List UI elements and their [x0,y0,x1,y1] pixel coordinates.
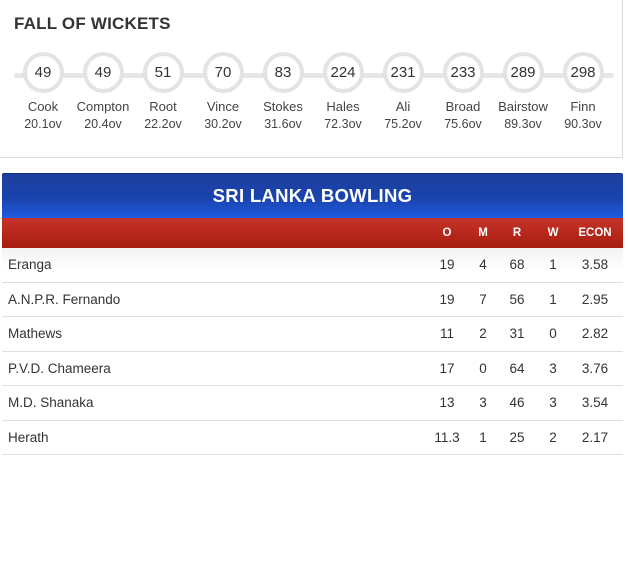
wicket-score: 233 [442,52,484,93]
wicket-batsman: Ali [395,99,411,114]
wicket-score: 83 [262,52,304,93]
wicket-over: 30.2ov [204,117,242,131]
wicket-batsman: Hales [326,99,360,114]
fall-of-wickets-list: 49 Cook 20.1ov 49 Compton 20.4ov 51 Root… [13,52,613,142]
table-row: P.V.D. Chameera 17 0 64 3 3.76 [2,351,623,386]
bowler-wickets: 3 [549,395,557,410]
bowler-runs: 68 [509,257,525,272]
bowler-runs: 25 [509,429,525,445]
wicket-batsman: Root [149,99,177,114]
column-maidens: M [478,227,488,239]
table-row: Eranga 19 4 68 1 3.58 [2,248,623,283]
bowling-table: SRI LANKA BOWLING O M R W ECON Eranga 19… [2,173,623,455]
bowler-maidens: 0 [479,360,487,376]
wicket-item: 231 Ali 75.2ov [373,52,433,131]
wicket-over: 75.2ov [384,117,422,131]
bowler-name: Herath [8,429,49,445]
bowler-wickets: 1 [549,291,557,307]
bowler-maidens: 7 [479,291,487,307]
bowler-name: P.V.D. Chameera [8,360,111,376]
wicket-batsman: Stokes [263,99,303,114]
wicket-score: 51 [142,52,184,93]
bowler-wickets: 3 [549,360,557,376]
bowler-economy: 2.17 [581,429,609,445]
wicket-score: 224 [322,52,364,93]
wicket-batsman: Bairstow [498,99,548,114]
fall-of-wickets-title: FALL OF WICKETS [14,14,171,33]
wicket-batsman: Vince [206,99,240,114]
fall-of-wickets-panel: FALL OF WICKETS 49 Cook 20.1ov 49 Compto… [0,0,623,158]
wicket-score: 289 [502,52,544,93]
wicket-over: 75.6ov [444,117,482,131]
table-row: Mathews 11 2 31 0 2.82 [2,317,623,352]
bowler-overs: 13 [439,395,455,410]
wicket-over: 72.3ov [324,117,362,131]
bowler-runs: 56 [509,291,525,307]
table-row: M.D. Shanaka 13 3 46 3 3.54 [2,386,623,421]
bowler-economy: 2.82 [581,326,609,341]
wicket-score: 298 [562,52,604,93]
wicket-item: 83 Stokes 31.6ov [253,52,313,131]
wicket-batsman: Broad [445,99,481,114]
wicket-over: 22.2ov [144,117,182,131]
wicket-over: 20.1ov [24,117,62,131]
bowling-column-header: O M R W ECON [2,218,623,248]
wicket-over: 89.3ov [504,117,542,131]
bowler-wickets: 0 [549,326,557,341]
column-overs: O [442,227,452,239]
wicket-score: 70 [202,52,244,93]
bowling-rows: Eranga 19 4 68 1 3.58 A.N.P.R. Fernando … [2,248,623,455]
wicket-batsman: Cook [27,99,59,114]
wicket-item: 49 Compton 20.4ov [73,52,133,131]
wicket-score: 49 [22,52,64,93]
wicket-item: 51 Root 22.2ov [133,52,193,131]
bowler-economy: 3.76 [581,360,609,376]
wicket-item: 224 Hales 72.3ov [313,52,373,131]
wicket-item: 233 Broad 75.6ov [433,52,493,131]
bowler-name: A.N.P.R. Fernando [8,291,121,307]
column-runs: R [512,227,522,239]
wicket-batsman: Compton [76,99,130,114]
wicket-over: 20.4ov [84,117,122,131]
bowler-overs: 19 [439,291,455,307]
bowler-economy: 3.54 [581,395,609,410]
bowler-overs: 11 [439,326,454,341]
wicket-item: 70 Vince 30.2ov [193,52,253,131]
wicket-batsman: Finn [570,99,596,114]
bowler-maidens: 1 [479,429,487,445]
bowler-overs: 17 [439,360,455,376]
bowler-runs: 31 [509,326,525,341]
table-row: Herath 11.3 1 25 2 2.17 [2,420,623,455]
bowler-name: Eranga [8,257,52,272]
bowler-economy: 2.95 [581,291,609,307]
bowler-maidens: 2 [479,326,487,341]
bowler-overs: 19 [439,257,455,272]
table-row: A.N.P.R. Fernando 19 7 56 1 2.95 [2,282,623,317]
wicket-score: 231 [382,52,424,93]
bowler-overs: 11.3 [434,429,460,445]
bowler-maidens: 4 [479,257,487,272]
bowler-maidens: 3 [479,395,487,410]
bowler-name: Mathews [8,326,63,341]
bowler-name: M.D. Shanaka [8,395,94,410]
column-wickets: W [547,227,559,239]
bowler-wickets: 1 [549,257,557,272]
bowler-economy: 3.58 [581,257,609,272]
bowler-wickets: 2 [549,429,557,445]
bowling-title: SRI LANKA BOWLING [2,173,623,218]
wicket-item: 298 Finn 90.3ov [553,52,613,131]
bowler-runs: 46 [509,395,525,410]
column-economy: ECON [578,227,612,239]
wicket-over: 31.6ov [264,117,302,131]
bowler-runs: 64 [509,360,525,376]
wicket-item: 289 Bairstow 89.3ov [493,52,553,131]
wicket-score: 49 [82,52,124,93]
wicket-over: 90.3ov [564,117,602,131]
wicket-item: 49 Cook 20.1ov [13,52,73,131]
